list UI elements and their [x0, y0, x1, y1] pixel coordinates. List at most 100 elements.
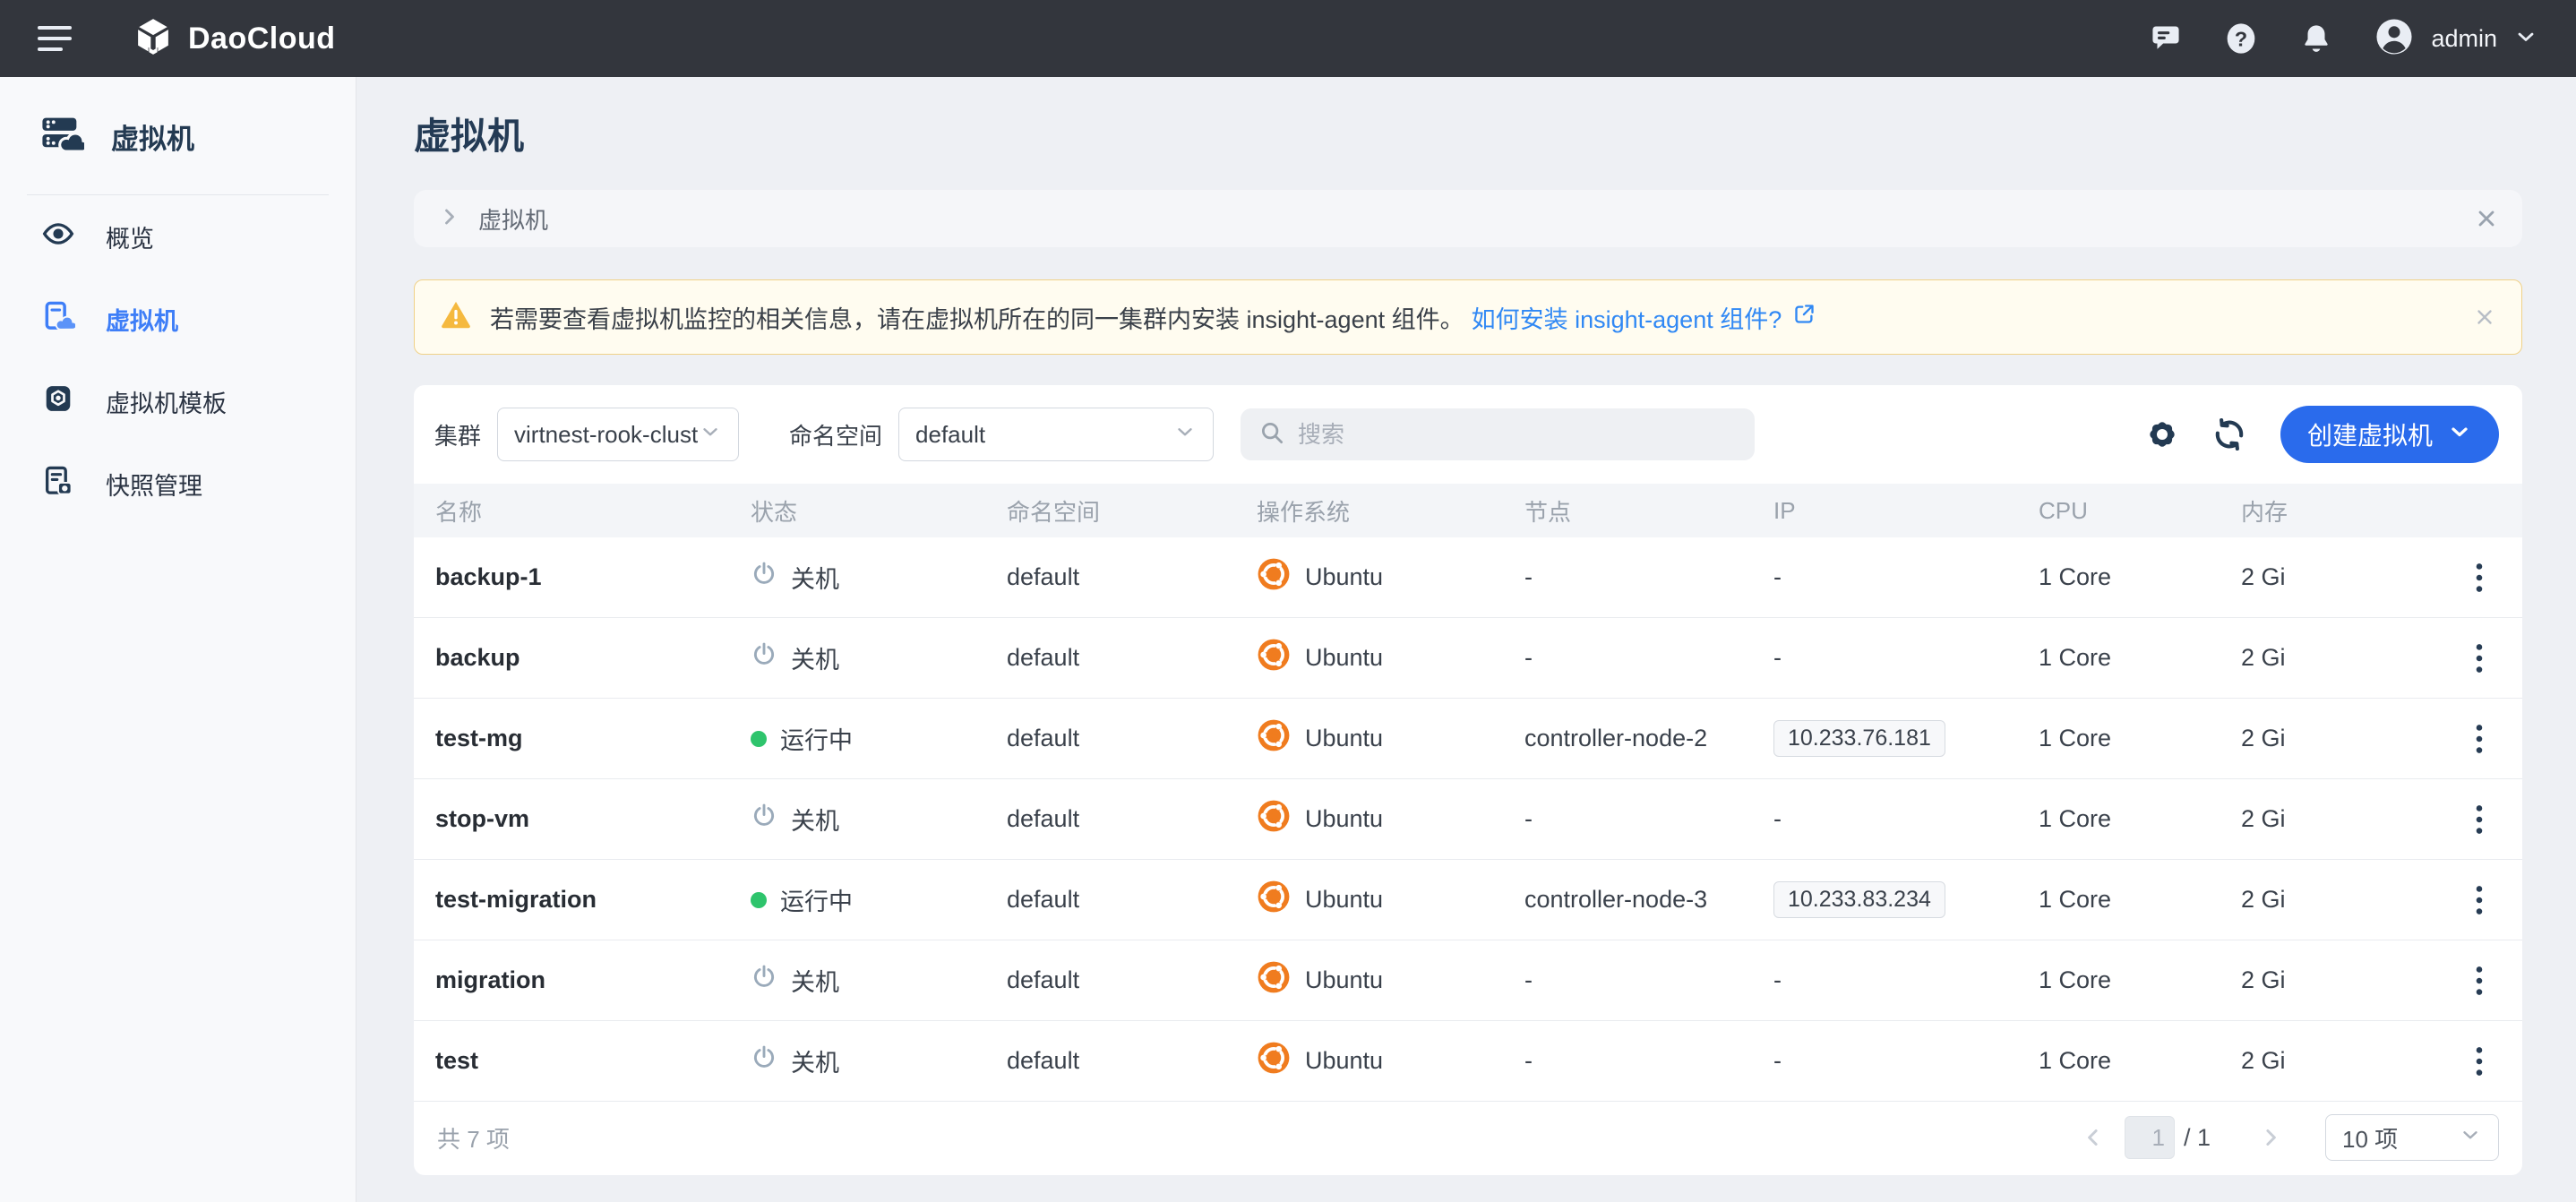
vm-memory: 2 Gi: [2241, 805, 2458, 833]
vm-ip: -: [1773, 563, 2039, 591]
next-page-icon[interactable]: [2257, 1124, 2284, 1151]
user-menu[interactable]: admin: [2374, 16, 2538, 62]
create-vm-button[interactable]: 创建虚拟机: [2280, 406, 2499, 463]
vm-status: 关机: [751, 1043, 1007, 1078]
page-number-input[interactable]: [2125, 1116, 2175, 1159]
page-size-select[interactable]: 10 项: [2325, 1114, 2499, 1161]
breadcrumb-close-icon[interactable]: [2474, 206, 2499, 231]
power-off-icon: [751, 641, 777, 674]
vm-namespace: default: [1007, 805, 1257, 833]
row-actions-kebab-icon[interactable]: [2469, 557, 2490, 598]
vm-status: 关机: [751, 560, 1007, 595]
sidebar-item-vm-templates[interactable]: 虚拟机模板: [0, 360, 356, 442]
avatar: [2374, 16, 2415, 62]
vm-os: Ubuntu: [1257, 718, 1524, 759]
snapshot-icon: [41, 464, 75, 504]
sidebar-item-snapshots[interactable]: 快照管理: [0, 442, 356, 525]
vm-ip: -: [1773, 644, 2039, 672]
vm-cpu: 1 Core: [2039, 886, 2241, 914]
vm-name[interactable]: test-migration: [435, 886, 751, 914]
table-row[interactable]: backup 关机 default Ubuntu - - 1 Core 2 Gi: [414, 618, 2522, 699]
table-row[interactable]: migration 关机 default Ubuntu - - 1 Core 2…: [414, 940, 2522, 1021]
row-actions-kebab-icon[interactable]: [2469, 799, 2490, 840]
row-actions-kebab-icon[interactable]: [2469, 718, 2490, 760]
power-off-icon: [751, 561, 777, 594]
column-header-ip: IP: [1773, 497, 2039, 525]
vm-memory: 2 Gi: [2241, 1047, 2458, 1075]
chat-icon[interactable]: [2148, 21, 2184, 56]
chevron-down-icon: [2513, 24, 2538, 54]
vm-name[interactable]: migration: [435, 966, 751, 994]
status-label: 关机: [791, 560, 839, 595]
sidebar-title: 虚拟机: [111, 116, 194, 157]
row-actions-kebab-icon[interactable]: [2469, 638, 2490, 679]
refresh-icon[interactable]: [2212, 417, 2246, 451]
vm-name[interactable]: test-mg: [435, 725, 751, 752]
prev-page-icon[interactable]: [2080, 1124, 2107, 1151]
os-label: Ubuntu: [1305, 725, 1383, 752]
vm-namespace: default: [1007, 644, 1257, 672]
vm-name[interactable]: stop-vm: [435, 805, 751, 833]
running-dot-icon: [751, 731, 767, 747]
vm-os: Ubuntu: [1257, 1041, 1524, 1081]
row-actions-kebab-icon[interactable]: [2469, 960, 2490, 1001]
insight-agent-link[interactable]: 如何安装 insight-agent 组件?: [1472, 300, 1817, 335]
os-label: Ubuntu: [1305, 1047, 1383, 1075]
vm-os: Ubuntu: [1257, 880, 1524, 920]
table-row[interactable]: test-mg 运行中 default Ubuntu controller-no…: [414, 699, 2522, 779]
os-label: Ubuntu: [1305, 644, 1383, 672]
cluster-select[interactable]: virtnest-rook-clust...: [497, 408, 739, 461]
brand-name: DaoCloud: [188, 21, 336, 56]
cluster-label: 集群: [434, 418, 481, 451]
vm-status: 运行中: [751, 721, 1007, 756]
vm-node: -: [1524, 1047, 1773, 1075]
row-actions-kebab-icon[interactable]: [2469, 880, 2490, 921]
vm-name[interactable]: backup: [435, 644, 751, 672]
search-icon: [1258, 419, 1285, 451]
chevron-down-icon: [1173, 420, 1197, 450]
banner-close-icon[interactable]: [2473, 305, 2496, 329]
search-box: [1241, 408, 1755, 460]
vm-cpu: 1 Core: [2039, 725, 2241, 752]
help-icon[interactable]: ?: [2223, 21, 2259, 56]
sidebar-item-virtual-machines[interactable]: 虚拟机: [0, 278, 356, 360]
vm-node: controller-node-2: [1524, 725, 1773, 752]
warning-banner: 若需要查看虚拟机监控的相关信息，请在虚拟机所在的同一集群内安装 insight-…: [414, 279, 2522, 355]
os-label: Ubuntu: [1305, 966, 1383, 994]
table-row[interactable]: backup-1 关机 default Ubuntu - - 1 Core 2 …: [414, 537, 2522, 618]
topbar-actions: ? admin: [2148, 16, 2538, 62]
row-actions-kebab-icon[interactable]: [2469, 1041, 2490, 1082]
gear-icon[interactable]: [2146, 418, 2178, 451]
hamburger-menu-icon[interactable]: [38, 26, 73, 51]
vm-status: 关机: [751, 802, 1007, 837]
brand: DaoCloud: [133, 16, 336, 62]
breadcrumb-item[interactable]: 虚拟机: [478, 202, 548, 236]
vm-status: 关机: [751, 640, 1007, 675]
power-off-icon: [751, 964, 777, 997]
vm-os: Ubuntu: [1257, 799, 1524, 839]
column-header-name: 名称: [435, 494, 751, 528]
sidebar-item-label: 快照管理: [106, 467, 202, 502]
chevron-right-icon[interactable]: [437, 204, 462, 234]
column-header-status: 状态: [751, 494, 1007, 528]
ubuntu-icon: [1257, 960, 1291, 1000]
filter-bar: 集群 virtnest-rook-clust... 命名空间 default: [414, 385, 2522, 484]
bell-icon[interactable]: [2298, 21, 2334, 56]
table-row[interactable]: stop-vm 关机 default Ubuntu - - 1 Core 2 G…: [414, 779, 2522, 860]
vm-name[interactable]: backup-1: [435, 563, 751, 591]
running-dot-icon: [751, 892, 767, 908]
sidebar-item-overview[interactable]: 概览: [0, 195, 356, 278]
table-row[interactable]: test 关机 default Ubuntu - - 1 Core 2 Gi: [414, 1021, 2522, 1102]
search-input[interactable]: [1298, 421, 1737, 449]
vm-memory: 2 Gi: [2241, 725, 2458, 752]
power-off-icon: [751, 803, 777, 836]
sidebar-item-label: 虚拟机模板: [106, 384, 227, 419]
chevron-down-icon: [2459, 1123, 2482, 1153]
status-label: 关机: [791, 640, 839, 675]
table-row[interactable]: test-migration 运行中 default Ubuntu contro…: [414, 860, 2522, 940]
eye-icon: [41, 217, 75, 257]
vm-memory: 2 Gi: [2241, 644, 2458, 672]
namespace-select[interactable]: default: [898, 408, 1214, 461]
vm-name[interactable]: test: [435, 1047, 751, 1075]
vm-node: -: [1524, 966, 1773, 994]
